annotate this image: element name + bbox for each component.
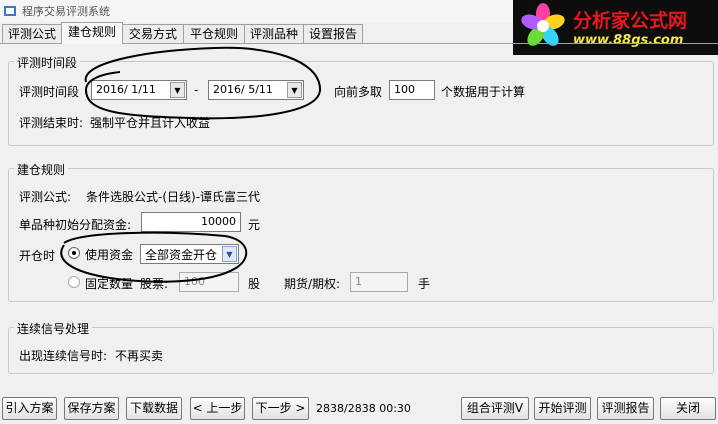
save-scheme-button[interactable]: 保存方案 [64,397,119,420]
signal-value: 不再买卖 [115,349,164,363]
progress-status: 2838/2838 00:30 [316,402,411,415]
tab-eval-products[interactable]: 评测品种 [244,24,304,44]
date-range-dash: - [194,83,199,97]
lookback-label: 向前多取 [334,85,383,99]
open-position-label: 开仓时 [19,249,56,263]
lookback-input[interactable]: 100 [389,80,435,100]
logo-brand-text: 分析家公式网 [573,10,688,32]
download-data-button[interactable]: 下载数据 [126,397,182,420]
signal-group [8,327,714,374]
start-eval-button[interactable]: 开始评测 [534,397,591,420]
start-date-picker[interactable]: 2016/ 1/11 ▼ [91,80,187,100]
build-rules-group-title: 建仓规则 [14,161,69,178]
brand-logo: 分析家公式网 www.88gs.com [513,0,718,55]
window-title: 程序交易评测系统 [22,5,110,18]
use-funds-label: 使用资金 [85,248,134,262]
logo-url-text: www.88gs.com [573,33,684,48]
combo-eval-button[interactable]: 组合评测V [461,397,529,420]
futures-label: 期货/期权: [284,277,341,291]
use-funds-radio[interactable] [68,247,80,259]
tab-report-settings[interactable]: 设置报告 [303,24,363,44]
capital-label: 单品种初始分配资金: [19,218,132,232]
fixed-qty-label: 固定数量 [85,277,134,291]
funds-mode-select[interactable]: 全部资金开仓 ▼ [140,244,239,264]
chevron-down-icon[interactable]: ▼ [222,246,237,262]
tab-trade-mode[interactable]: 交易方式 [122,24,184,44]
import-scheme-button[interactable]: 引入方案 [2,397,57,420]
tab-formula[interactable]: 评测公式 [2,24,62,44]
period-group-title: 评测时间段 [14,54,81,71]
signal-group-title: 连续信号处理 [14,320,93,337]
end-rule-label: 评测结束时: [19,116,84,130]
stock-unit: 股 [248,277,261,291]
bottom-toolbar: 引入方案 保存方案 下载数据 < 上一步 下一步 > 2838/2838 00:… [0,394,718,424]
futures-qty-input[interactable]: 1 [350,272,408,292]
eval-report-button[interactable]: 评测报告 [597,397,654,420]
stock-qty-input[interactable]: 100 [179,272,239,292]
capital-input[interactable]: 10000 [141,212,241,232]
period-range-label: 评测时间段 [19,85,80,99]
dropdown-arrow-icon[interactable]: ▼ [170,82,185,98]
end-date-picker[interactable]: 2016/ 5/11 ▼ [208,80,304,100]
funds-mode-value: 全部资金开仓 [145,248,218,262]
dropdown-arrow-icon[interactable]: ▼ [287,82,302,98]
start-date-value: 2016/ 1/11 [96,83,156,96]
stock-label: 股票: [140,277,169,291]
capital-unit: 元 [248,218,261,232]
futures-unit: 手 [418,277,431,291]
signal-label: 出现连续信号时: [19,349,108,363]
end-date-value: 2016/ 5/11 [213,83,273,96]
formula-value: 条件选股公式-(日线)-谭氏富三代 [86,190,261,204]
app-icon [4,6,16,16]
tab-close-rules[interactable]: 平仓规则 [183,24,245,44]
close-button[interactable]: 关闭 [660,397,716,420]
formula-label: 评测公式: [19,190,72,204]
lookback-suffix: 个数据用于计算 [441,85,526,99]
prev-step-button[interactable]: < 上一步 [190,397,245,420]
end-rule-value: 强制平仓并且计入收益 [90,116,211,130]
next-step-button[interactable]: 下一步 > [252,397,309,420]
fixed-qty-radio[interactable] [68,276,80,288]
period-group [8,61,714,146]
tab-build-rules[interactable]: 建仓规则 [61,22,123,44]
